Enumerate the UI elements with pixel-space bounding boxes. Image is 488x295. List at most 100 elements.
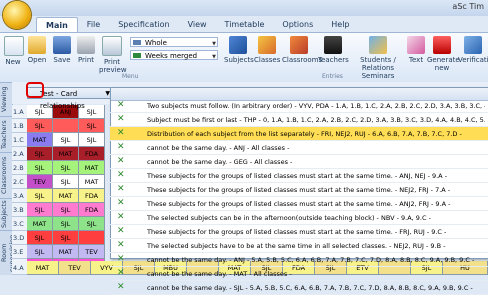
relationship-item[interactable]: ✕ Distribution of each subject from the l… [110,127,488,141]
relationship-type-icon: ✕ [117,184,125,194]
class-row-label: 1.B [12,119,27,133]
class-row-label: 1.C [12,133,27,147]
lesson-card[interactable]: MAT [27,217,53,231]
class-row-label: 3.C [12,217,27,231]
relationship-item[interactable]: ✕ These subjects for the groups of listed… [110,183,488,197]
app-menu-orb-icon[interactable] [3,1,31,29]
lesson-card[interactable]: SJL [27,245,53,259]
relationship-text: The selected subjects can be in the afte… [147,214,431,222]
relationship-type-icon: ✕ [117,100,125,110]
lesson-card[interactable]: MAT [53,147,79,161]
class-row-label: 3.A [12,189,27,203]
relationship-item[interactable]: ✕ The selected subjects can be in the aft… [110,211,488,225]
side-tab-teachers[interactable]: Teachers [0,116,12,152]
lesson-card[interactable]: SJL [53,133,79,147]
lesson-card[interactable]: MAT [27,133,53,147]
classrooms-button[interactable]: Classrooms [282,36,322,64]
lesson-card[interactable]: SJL [27,147,53,161]
relationship-type-icon: ✕ [117,282,125,292]
tab-timetable[interactable]: Timetable [216,17,274,32]
open-button[interactable]: Open [26,36,48,64]
lesson-card[interactable]: SJL [27,231,53,245]
lesson-card[interactable]: MAT [79,161,105,175]
tab-file[interactable]: File [78,17,109,32]
lesson-card[interactable]: SJL [53,161,79,175]
relationship-type-icon: ✕ [117,142,125,152]
relationship-item[interactable]: ✕ cannot be the same day. - GEG - All cla… [110,155,488,169]
relationship-item[interactable]: ✕ These subjects for the groups of listed… [110,225,488,239]
relationship-text: These subjects for the groups of listed … [147,172,448,180]
lesson-card[interactable]: SJL [53,231,79,245]
lesson-card[interactable]: SJL [79,133,105,147]
relationship-text: cannot be the same day. - ANJ - All clas… [147,144,290,152]
relationship-text: The selected subjects have to be at the … [147,242,446,250]
relationship-type-icon: ✕ [117,114,125,124]
side-tab-room-supervision[interactable]: Room supervision [0,230,16,275]
relationship-item[interactable]: ✕ cannot be the same day. - MAT - All cla… [110,267,488,281]
tab-help[interactable]: Help [322,17,358,32]
lesson-card[interactable]: SJL [79,119,105,133]
lesson-card[interactable] [53,119,79,133]
tab-main[interactable]: Main [36,17,78,33]
ribbon-tabs: Main File Specification View Timetable O… [36,17,359,33]
relationship-item[interactable]: ✕ The selected subjects have to be at the… [110,239,488,253]
verification-button[interactable]: Verificatio [458,36,488,64]
lesson-card[interactable]: MAT [79,175,105,189]
ribbon: New Open Save Print Print preview Whole … [0,32,488,84]
teachers-button[interactable]: Teachers [318,36,349,64]
relationship-item[interactable]: ✕ Subject must be first or last - THP - 0… [110,113,488,127]
classes-icon [258,36,276,54]
relationship-text: cannot be the same day. - MAT - All clas… [147,270,292,278]
relationship-item[interactable]: ✕ Two subjects must follow. (In arbitrary… [110,99,488,113]
weeks-select[interactable]: Weeks merged ▼ [130,50,218,60]
relationship-item[interactable]: ✕ cannot be the same day. - ANJ - All cla… [110,141,488,155]
lesson-card[interactable]: TEV [59,261,91,275]
print-preview-button[interactable]: Print preview [99,36,127,74]
relationship-text: Distribution of each subject from the li… [147,130,462,138]
relationship-item[interactable]: ✕ cannot be the same day. - ANJ - 5.A, 5.… [110,253,488,267]
view-scope-select[interactable]: Whole ▼ [130,37,218,47]
lesson-card[interactable]: TEV [27,175,53,189]
save-button[interactable]: Save [52,36,72,64]
lesson-card[interactable]: MAT [53,245,79,259]
lesson-card[interactable]: SJL [27,189,53,203]
print-button[interactable]: Print [76,36,96,64]
class-row-label: 1.A [12,105,27,119]
lesson-card[interactable]: MAT [53,189,79,203]
lesson-card[interactable]: SJL [79,217,105,231]
classes-button[interactable]: Classes [254,36,280,64]
tab-view[interactable]: View [179,17,216,32]
folder-icon [28,36,46,54]
side-tab-viewing[interactable]: Viewing [0,82,12,116]
lesson-card[interactable]: SJL [27,161,53,175]
class-row-label: 3.B [12,203,27,217]
lesson-card[interactable]: SJL [27,119,53,133]
new-document-icon [4,36,24,56]
lesson-card[interactable]: SJL [53,175,79,189]
generate-new-button[interactable]: Generate new [427,36,460,72]
lesson-card[interactable]: FDA [79,189,105,203]
relationship-item[interactable]: ✕ cannot be the same day. - SJL - 5.A, 5.… [110,281,488,295]
lesson-card[interactable]: FDA [79,147,105,161]
relationship-item[interactable]: ✕ These subjects for the groups of listed… [110,169,488,183]
classrooms-icon [290,36,308,54]
lesson-card[interactable]: SJL [53,203,79,217]
subjects-button[interactable]: Subjects [224,36,254,64]
lesson-card[interactable]: SJL [53,217,79,231]
text-icon [407,36,425,54]
students-relations-button[interactable]: Students / Relations Seminars [350,36,406,80]
new-button[interactable]: New [4,36,24,66]
generate-icon [433,36,451,54]
lesson-card[interactable]: TEV [79,245,105,259]
lesson-card[interactable]: SJL [27,203,53,217]
side-tab-subjects[interactable]: Subjects [0,198,12,230]
lesson-card[interactable]: FDA [79,203,105,217]
tab-options[interactable]: Options [273,17,322,32]
lesson-card[interactable]: MAT [27,261,59,275]
text-button[interactable]: Text [407,36,425,64]
side-tab-classrooms[interactable]: Classrooms [0,152,12,198]
relationship-item[interactable]: ✕ These subjects for the groups of listed… [110,197,488,211]
class-row-label: 4.A [12,261,27,275]
tab-specification[interactable]: Specification [109,17,178,32]
lesson-card[interactable] [79,231,105,245]
